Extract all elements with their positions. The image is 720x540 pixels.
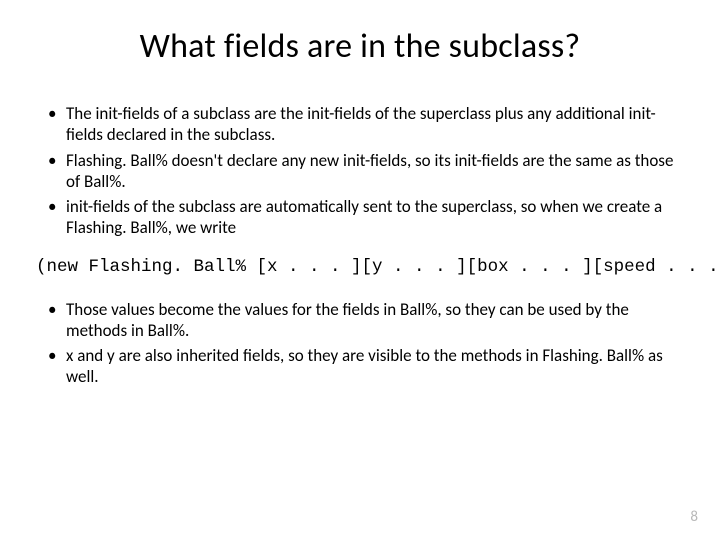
page-number: 8 (690, 508, 698, 526)
list-item: The init-fields of a subclass are the in… (36, 103, 684, 146)
slide: What fields are in the subclass? The ini… (0, 0, 720, 540)
code-line: (new Flashing. Ball% [x . . . ][y . . . … (36, 257, 684, 277)
list-item: init-fields of the subclass are automati… (36, 196, 684, 239)
list-item: Those values become the values for the f… (36, 299, 684, 342)
bullet-list-top: The init-fields of a subclass are the in… (36, 103, 684, 239)
page-title: What fields are in the subclass? (36, 26, 684, 67)
list-item: x and y are also inherited fields, so th… (36, 345, 684, 388)
list-item: Flashing. Ball% doesn't declare any new … (36, 150, 684, 193)
bullet-list-bottom: Those values become the values for the f… (36, 299, 684, 388)
